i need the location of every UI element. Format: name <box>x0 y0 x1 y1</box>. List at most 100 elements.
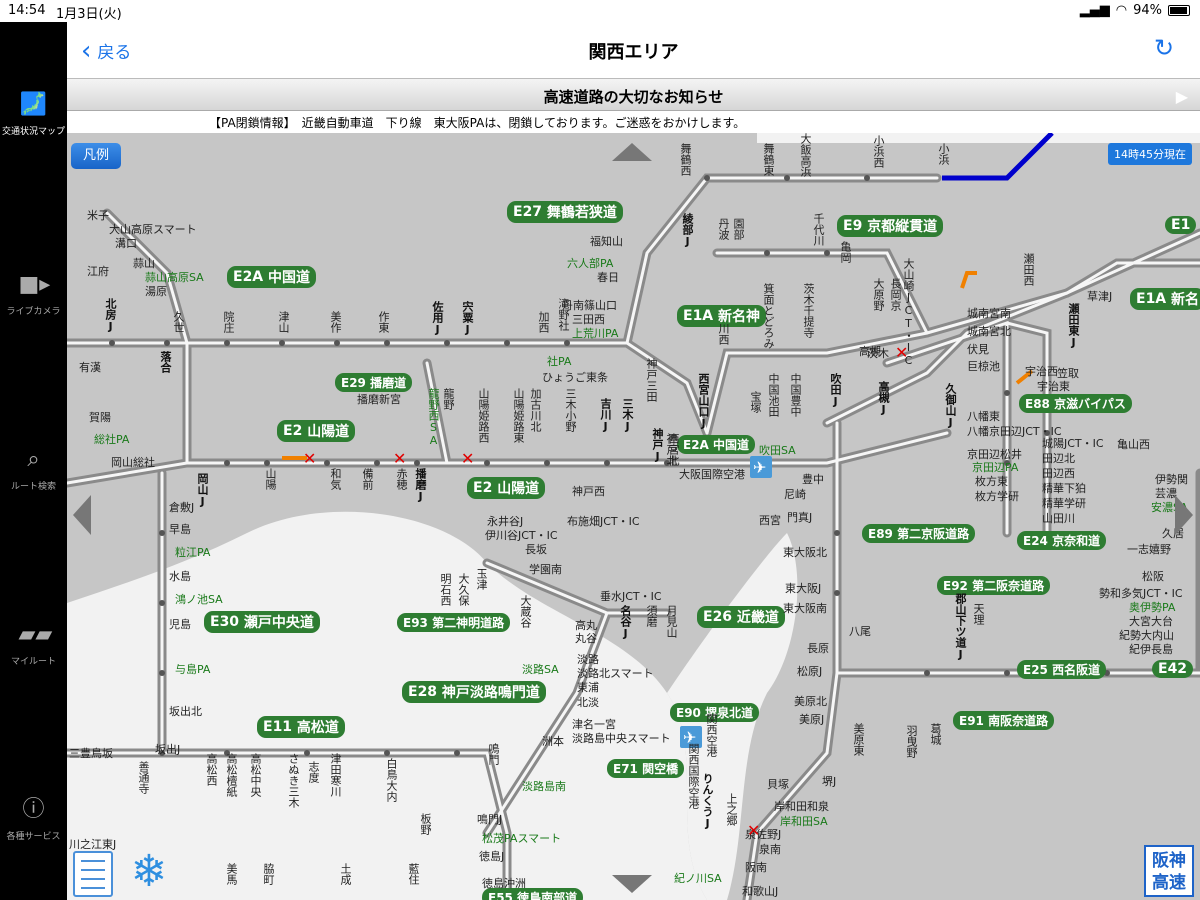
route-tag-e91[interactable]: E91 南阪奈道路 <box>953 711 1055 730</box>
place-label[interactable]: 津田寒川 <box>329 753 342 797</box>
notice-banner[interactable]: 高速道路の大切なお知らせ ▶ <box>67 78 1200 111</box>
place-label[interactable]: 松茂PAスマート <box>482 830 561 846</box>
place-label[interactable]: 茨木千提寺 <box>802 283 815 338</box>
jct-label[interactable]: 三木J <box>619 398 635 433</box>
closure-marker-icon[interactable]: ✕ <box>303 449 316 468</box>
place-label[interactable]: 長原 <box>807 640 829 656</box>
place-label[interactable]: 江府 <box>87 263 109 279</box>
pan-down-arrow-icon[interactable] <box>612 875 652 893</box>
jct-label[interactable]: 郡山下ツ道J <box>952 593 968 661</box>
place-label[interactable]: 東大阪北 <box>783 544 827 560</box>
route-tag-e29[interactable]: E29 播磨道 <box>335 373 413 392</box>
place-label[interactable]: 三豊鳥坂 <box>69 745 113 761</box>
route-tag-e71[interactable]: E71 関空橋 <box>607 759 685 778</box>
route-tag-e42[interactable]: E42 <box>1152 660 1194 678</box>
place-label[interactable]: 城南宮北 <box>967 323 1011 339</box>
jct-label[interactable]: 播磨J <box>412 468 428 503</box>
route-tag-e1[interactable]: E1 <box>1165 216 1197 234</box>
place-label[interactable]: 東浦 <box>577 679 599 695</box>
place-label[interactable]: 垂水JCT・IC <box>600 588 662 604</box>
pan-left-arrow-icon[interactable] <box>73 495 91 535</box>
place-label[interactable]: 高松檀紙 <box>225 753 238 797</box>
place-label[interactable]: 大原野 <box>872 278 885 311</box>
place-label[interactable]: 粒江PA <box>175 544 210 560</box>
jct-label[interactable]: 北房J <box>102 298 118 333</box>
place-label[interactable]: 紀伊長島 <box>1129 641 1173 657</box>
jct-label[interactable]: 宍粟J <box>459 301 475 336</box>
place-label[interactable]: 淡路島南 <box>522 778 566 794</box>
place-label[interactable]: 賀陽 <box>89 409 111 425</box>
place-label[interactable]: 大飯高浜 <box>799 133 812 177</box>
jct-label[interactable]: りんくうJ <box>699 773 715 830</box>
hanshin-expressway-button[interactable]: 阪神高速 <box>1144 845 1194 897</box>
rail-item-route-search[interactable]: ⌕ ルート検索 <box>0 447 67 492</box>
route-tag-e30[interactable]: E30 瀬戸中央道 <box>204 611 320 633</box>
place-label[interactable]: 与島PA <box>175 661 210 677</box>
place-label[interactable]: 長岡京 <box>889 278 902 311</box>
place-label[interactable]: 吹田SA <box>759 442 796 458</box>
route-tag-e24[interactable]: E24 京奈和道 <box>1017 531 1107 550</box>
route-tag-e2a[interactable]: E2A 中国道 <box>227 266 317 288</box>
place-label[interactable]: 上之郷 <box>725 793 738 826</box>
refresh-icon[interactable]: ↻ <box>1154 34 1182 62</box>
place-label[interactable]: 小浜 <box>937 143 950 165</box>
place-label[interactable]: 児島 <box>169 616 191 632</box>
place-label[interactable]: 美作 <box>329 311 342 333</box>
place-label[interactable]: 和気 <box>329 468 342 490</box>
place-label[interactable]: 徳島沖洲 <box>482 875 526 891</box>
jct-label[interactable]: 名谷J <box>617 605 633 640</box>
place-label[interactable]: 精華下狛 <box>1042 480 1086 496</box>
place-label[interactable]: 紀ノ川SA <box>674 870 722 886</box>
place-label[interactable]: 淡路北スマート <box>577 665 654 681</box>
place-label[interactable]: 岡山総社 <box>111 454 155 470</box>
rail-item-live-camera[interactable]: ■▸ ライブカメラ <box>0 272 67 317</box>
place-label[interactable]: 上荒川PA <box>572 325 618 341</box>
jct-label[interactable]: 岡山J <box>194 473 210 508</box>
place-label[interactable]: 笠取 <box>1057 365 1079 381</box>
place-label[interactable]: 千代川 <box>812 213 825 246</box>
place-label[interactable]: 板野 <box>419 813 432 835</box>
place-label[interactable]: 八尾 <box>849 623 871 639</box>
place-label[interactable]: 丹波 <box>717 218 730 240</box>
place-label[interactable]: 龍野 <box>442 388 455 410</box>
place-label[interactable]: 京田辺PA <box>972 459 1018 475</box>
place-label[interactable]: 舞鶴東 <box>762 143 775 176</box>
place-label[interactable]: 福知山 <box>590 233 623 249</box>
place-label[interactable]: 田辺北 <box>1042 450 1075 466</box>
place-label[interactable]: 関西国際空港 <box>687 743 700 809</box>
place-label[interactable]: 中国豊中 <box>789 373 802 417</box>
place-label[interactable]: 松原J <box>797 663 822 679</box>
closure-marker-icon[interactable]: ✕ <box>895 343 908 362</box>
place-label[interactable]: 伏見 <box>967 341 989 357</box>
place-label[interactable]: 淡路島中央スマート <box>572 730 671 746</box>
route-tag-e93[interactable]: E93 第二神明道路 <box>397 613 511 632</box>
place-label[interactable]: 鳴門 <box>487 743 500 765</box>
place-label[interactable]: 加古川北 <box>529 388 542 432</box>
pan-right-arrow-icon[interactable] <box>1175 495 1193 535</box>
place-label[interactable]: 土成 <box>339 863 352 885</box>
place-label[interactable]: 高松西 <box>205 753 218 786</box>
place-label[interactable]: 草津J <box>1087 288 1112 304</box>
place-label[interactable]: 山陽 <box>264 468 277 490</box>
traffic-map[interactable]: ✈ ✈ E27 舞鶴若狭道 E9 京都縦貫道 E2A 中国道 E1A 新名神 E2… <box>67 133 1200 900</box>
place-label[interactable]: 志度 <box>307 761 320 783</box>
place-label[interactable]: 須磨 <box>645 605 658 627</box>
place-label[interactable]: 枚方東 <box>975 473 1008 489</box>
place-label[interactable]: 天理 <box>972 603 985 625</box>
place-label[interactable]: 鴻ノ池SA <box>175 591 223 607</box>
place-label[interactable]: 美原東 <box>852 723 865 756</box>
place-label[interactable]: 米子 <box>87 207 109 223</box>
place-label[interactable]: 枚方学研 <box>975 488 1019 504</box>
route-tag-e2a-east[interactable]: E2A 中国道 <box>677 435 756 454</box>
place-label[interactable]: 美原J <box>799 711 824 727</box>
place-label[interactable]: 久世 <box>172 311 185 333</box>
route-tag-e28[interactable]: E28 神戸淡路鳴門道 <box>402 681 546 703</box>
place-label[interactable]: 和歌山J <box>742 883 778 899</box>
place-label[interactable]: 山陽姫路東 <box>512 388 525 443</box>
place-label[interactable]: 泉南 <box>759 841 781 857</box>
route-tag-e2-east[interactable]: E2 山陽道 <box>467 477 546 499</box>
place-label[interactable]: 川西 <box>717 323 730 345</box>
place-label[interactable]: 藍住 <box>407 863 420 885</box>
play-arrow-icon[interactable]: ▶ <box>1176 87 1188 106</box>
place-label[interactable]: 神戸西 <box>572 483 605 499</box>
